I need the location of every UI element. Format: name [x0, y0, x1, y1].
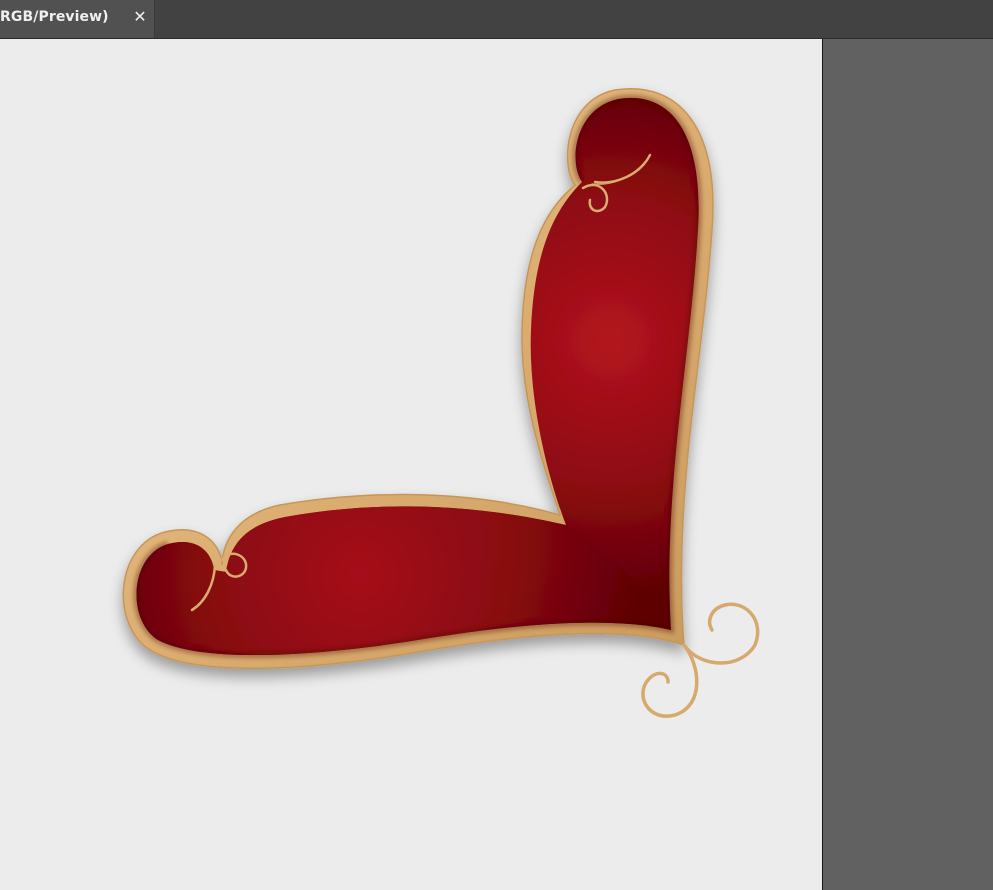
- illustrator-window: RGB/Preview) ✕: [0, 0, 993, 890]
- canvas-area[interactable]: [0, 39, 993, 890]
- corner-ornament-artwork[interactable]: [0, 39, 822, 890]
- document-tab-bar: RGB/Preview) ✕: [0, 0, 993, 39]
- document-tab[interactable]: RGB/Preview) ✕: [0, 0, 155, 38]
- close-icon[interactable]: ✕: [131, 7, 149, 27]
- document-tab-title: RGB/Preview): [0, 9, 109, 25]
- artboard[interactable]: [0, 39, 823, 890]
